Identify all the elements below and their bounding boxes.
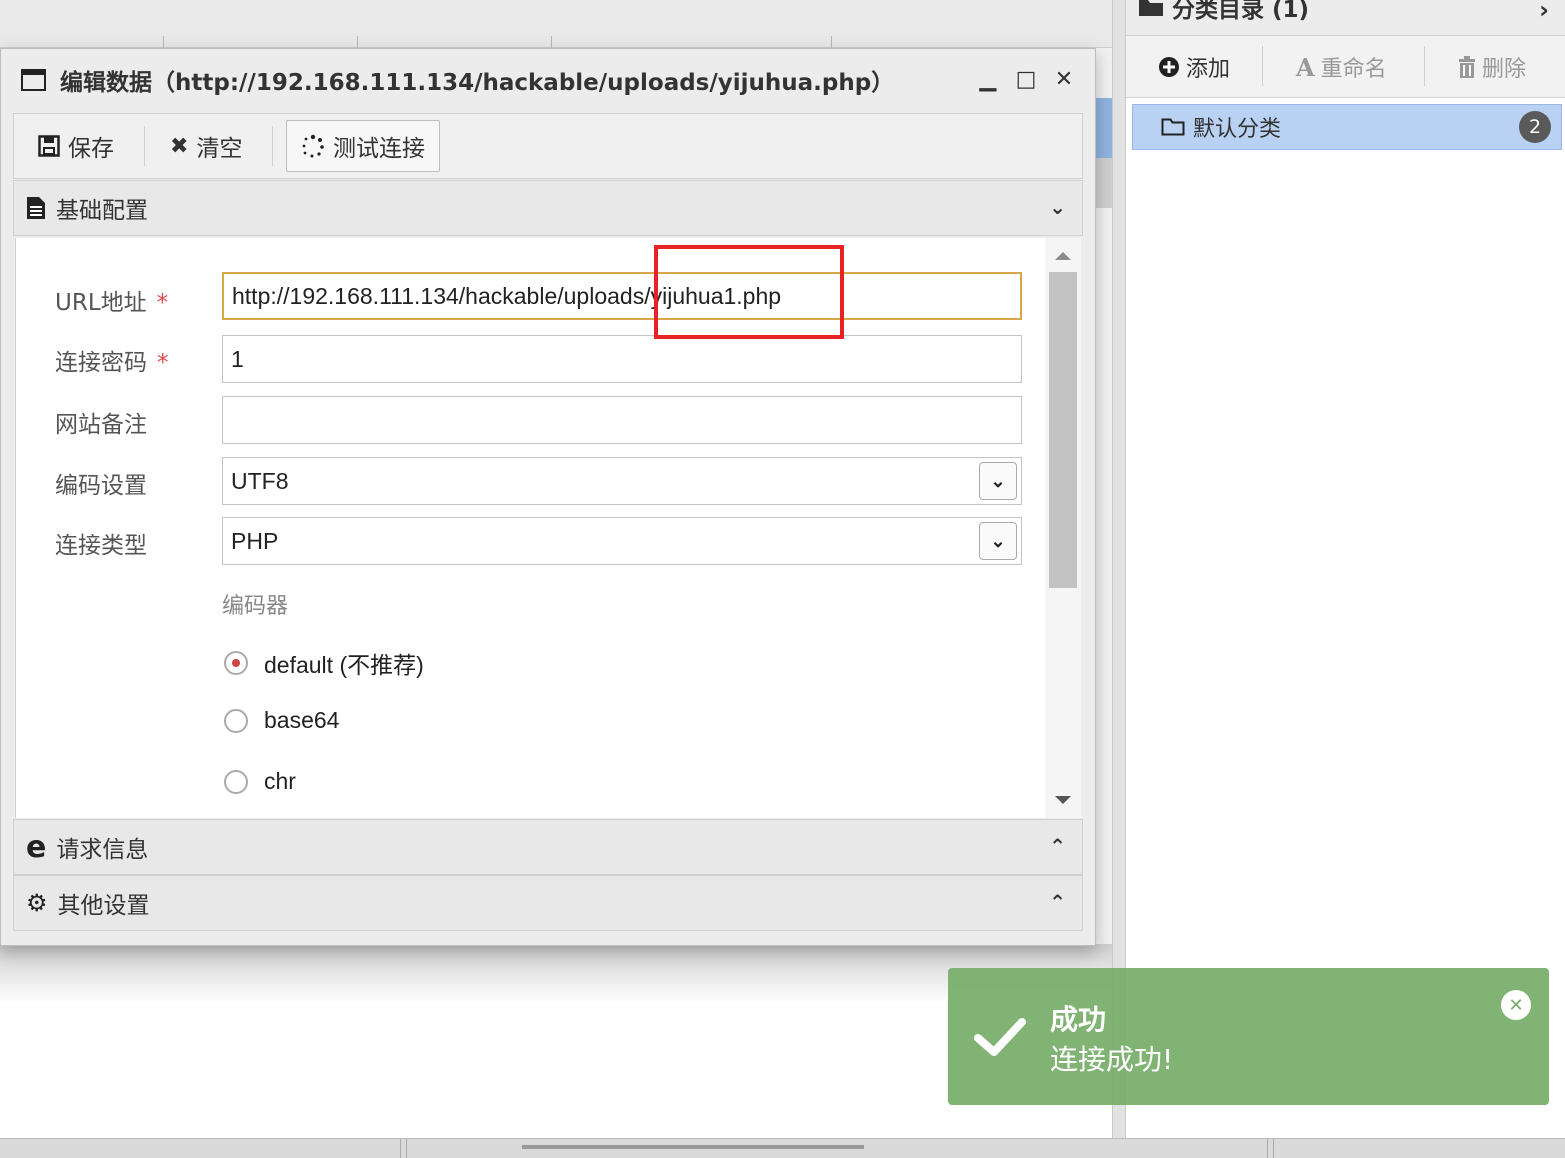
chevron-up-icon: ⌃ [1049,834,1066,858]
horizontal-scroll-thumb[interactable] [522,1145,864,1149]
chevron-down-icon[interactable]: ⌄ [979,522,1017,560]
save-button[interactable]: 保存 [24,120,128,172]
rename-category-button[interactable]: A 重命名 [1296,51,1387,83]
highlight-annotation-box [654,245,844,339]
ie-icon: e [26,829,47,865]
plus-circle-icon [1159,57,1179,77]
url-input[interactable]: http://192.168.111.134/hackable/uploads/… [222,272,1022,320]
encoding-label: 编码设置 [55,473,147,499]
category-panel-title: 分类目录 (1) [1138,0,1309,24]
document-icon [27,197,45,219]
dialog-toolbar: 保存 ✖ 清空 测试连接 [13,113,1083,179]
chevron-down-icon[interactable]: ⌄ [979,462,1017,500]
section-other-header[interactable]: ⚙ 其他设置 ⌃ [13,875,1083,931]
encoder-option-chr[interactable]: chr [224,768,296,795]
background-header [0,0,1112,48]
radio-icon[interactable] [224,769,248,794]
background-selected-row [1096,98,1112,158]
url-label: URL地址 * [55,290,169,316]
encoding-select[interactable]: UTF8 ⌄ [222,457,1022,505]
folder-outline-icon [1161,118,1185,136]
type-label: 连接类型 [55,533,147,559]
chevron-right-icon[interactable]: › [1539,0,1549,24]
scroll-down-icon[interactable] [1055,796,1071,804]
category-item-default[interactable]: 默认分类 2 [1132,104,1562,150]
chevron-down-icon: ⌄ [1049,195,1066,219]
bottom-scrollbar[interactable] [0,1138,1565,1158]
basic-config-scrollbar[interactable] [1045,238,1081,818]
test-connection-button[interactable]: 测试连接 [286,120,440,172]
scroll-up-icon[interactable] [1055,252,1071,260]
folder-icon [1139,0,1163,16]
category-count-badge: 2 [1519,111,1551,143]
category-panel-header: 分类目录 (1) › [1126,0,1565,36]
radio-icon[interactable] [224,708,248,733]
clear-button[interactable]: ✖ 清空 [156,120,256,172]
note-input[interactable] [222,396,1022,444]
dialog-titlebar[interactable]: 编辑数据（http://192.168.111.134/hackable/upl… [1,49,1095,111]
toast-title: 成功 [1050,1003,1107,1036]
delete-category-button[interactable]: 删除 [1458,51,1526,83]
encoder-option-base64[interactable]: base64 [224,707,339,734]
trash-icon [1459,56,1475,78]
section-basic-header[interactable]: 基础配置 ⌄ [13,180,1083,236]
category-toolbar: 添加 A 重命名 删除 [1126,36,1565,98]
save-icon [38,135,60,157]
minimize-icon[interactable]: ▁ [977,67,999,92]
maximize-icon[interactable]: □ [1015,67,1037,92]
spinner-icon [302,134,324,158]
type-select[interactable]: PHP ⌄ [222,517,1022,565]
dialog-title: 编辑数据（http://192.168.111.134/hackable/upl… [60,70,895,96]
radio-selected-icon[interactable] [224,651,248,675]
window-icon [21,69,46,91]
encoder-label: 编码器 [222,594,289,619]
close-icon: ✖ [170,133,189,159]
scroll-thumb[interactable] [1049,272,1077,588]
password-input[interactable]: 1 [222,335,1022,383]
section-request-header[interactable]: e 请求信息 ⌃ [13,819,1083,875]
success-toast: 成功 连接成功! ✕ [948,968,1549,1105]
toast-message: 连接成功! [1050,1043,1174,1076]
close-icon[interactable]: ✕ [1501,990,1531,1020]
gears-icon: ⚙ [26,889,48,917]
add-category-button[interactable]: 添加 [1158,51,1230,83]
password-label: 连接密码 * [55,350,169,376]
close-icon[interactable]: ✕ [1053,67,1075,92]
font-icon: A [1296,52,1315,82]
background-row [1096,158,1112,208]
background-shade [0,944,1112,1144]
chevron-up-icon: ⌃ [1049,890,1066,914]
encoder-option-default[interactable]: default (不推荐) [224,646,424,680]
note-label: 网站备注 [55,412,147,438]
check-icon [974,1018,1026,1056]
